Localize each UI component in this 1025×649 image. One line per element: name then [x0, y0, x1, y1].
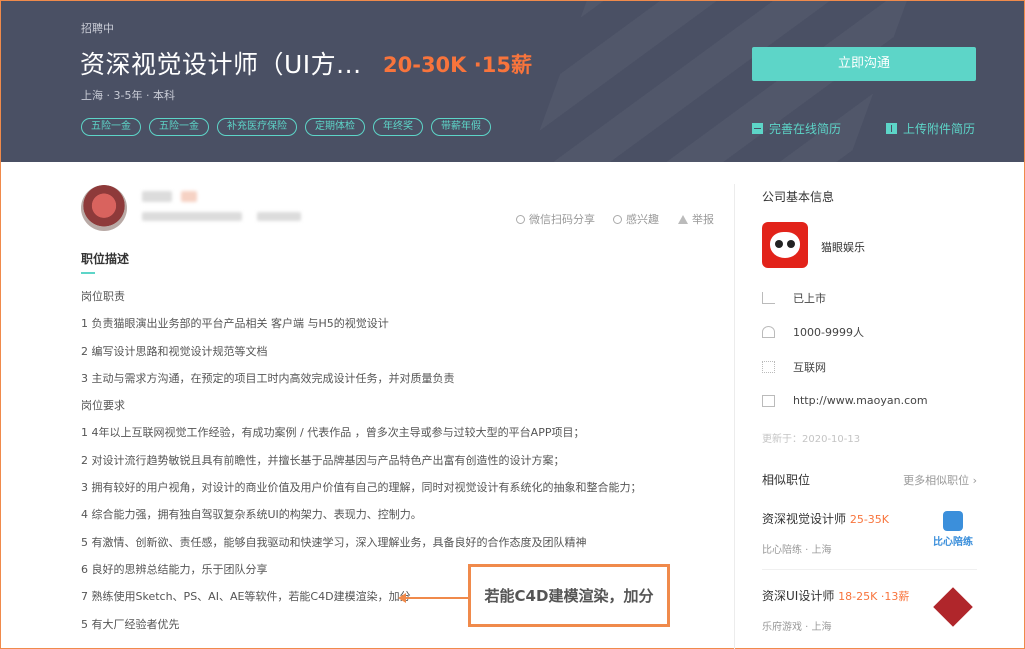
company-website-label[interactable]: http://www.maoyan.com — [793, 394, 928, 407]
updated-date: 更新于：2020-10-13 — [762, 434, 861, 445]
more-related-label: 更多相似职位 — [903, 473, 970, 487]
job-description-title: 职位描述 — [81, 252, 130, 266]
benefit-tag: 定期体检 — [305, 118, 365, 136]
description-line: 2 编写设计思路和视觉设计规范等文档 — [81, 344, 268, 358]
people-icon — [762, 326, 775, 338]
callout-arrow-head — [398, 593, 406, 603]
related-job-city: 上海 — [811, 622, 832, 633]
description-line: 岗位职责 — [81, 290, 125, 303]
column-divider — [734, 184, 735, 649]
share-action[interactable]: 微信扫码分享 — [516, 211, 595, 227]
warning-icon — [678, 214, 688, 224]
chevron-right-icon: › — [972, 473, 977, 487]
company-name[interactable]: 猫眼娱乐 — [821, 239, 865, 255]
report-action[interactable]: 举报 — [678, 211, 714, 227]
company-size: 1000-9999人 — [762, 324, 864, 340]
section-underline — [81, 272, 95, 274]
callout-arrow-line — [403, 597, 468, 599]
grid-icon — [762, 361, 775, 373]
c4d-callout: 若能C4D建模渲染，加分 — [468, 564, 670, 627]
yuefu-logo-icon — [933, 587, 973, 627]
benefit-tag: 带薪年假 — [431, 118, 491, 136]
job-header: 招聘中 资深视觉设计师（UI方... 20-30K ·15薪 上海 · 3-5年… — [1, 1, 1024, 162]
related-job-name: 资深UI设计师 — [762, 589, 835, 603]
bixin-logo-icon — [943, 511, 963, 531]
building-icon — [762, 394, 775, 407]
company-industry-label: 互联网 — [793, 361, 826, 374]
recruiter-name-blurred — [142, 191, 172, 202]
company-stage: 已上市 — [762, 290, 826, 306]
related-company-name: 乐府游戏 — [762, 622, 802, 633]
job-salary: 20-30K ·15薪 — [383, 53, 532, 77]
company-logo[interactable] — [762, 222, 808, 268]
related-jobs-header: 相似职位 更多相似职位 › — [762, 471, 977, 488]
benefit-tag: 五险一金 — [81, 118, 141, 136]
cat-logo-icon — [770, 232, 800, 258]
related-jobs-title: 相似职位 — [762, 473, 811, 487]
upload-resume-link[interactable]: 上传附件简历 — [886, 120, 975, 137]
job-meta: 上海 · 3-5年 · 本科 — [81, 89, 175, 102]
improve-resume-label: 完善在线简历 — [769, 122, 842, 136]
related-job-salary: 18-25K ·13薪 — [838, 590, 910, 603]
callout-text: 若能C4D建模渲染，加分 — [484, 587, 654, 605]
more-related-jobs-link[interactable]: 更多相似职位 › — [903, 472, 977, 488]
company-website[interactable]: http://www.maoyan.com — [762, 394, 928, 407]
edit-icon — [752, 123, 763, 134]
link-icon — [516, 214, 525, 224]
company-stage-label: 已上市 — [793, 292, 826, 305]
related-divider — [762, 569, 977, 570]
upload-icon — [886, 123, 897, 134]
description-line: 岗位要求 — [81, 399, 125, 413]
description-line: 4 综合能力强，拥有独自驾驭复杂系统UI的构架力、表现力、控制力。 — [81, 508, 422, 522]
header-decoration — [506, 1, 922, 162]
benefit-tag: 五险一金 — [149, 118, 209, 136]
recruiter-badge-blurred — [181, 191, 197, 202]
benefit-tags: 五险一金 五险一金 补充医疗保险 定期体检 年终奖 带薪年假 — [81, 118, 491, 136]
description-line: 3 主动与需求方沟通，在预定的项目工时内高效完成设计任务，并对质量负责 — [81, 371, 455, 385]
related-job-salary: 25-35K — [849, 513, 890, 526]
report-label: 举报 — [692, 213, 714, 226]
chart-icon — [762, 292, 775, 304]
benefit-tag: 年终奖 — [373, 118, 423, 136]
description-line: 3 拥有较好的用户视角，对设计的商业价值及用户价值有自己的理解，同时对视觉设计有… — [81, 481, 642, 495]
company-info-title: 公司基本信息 — [762, 190, 835, 204]
recruiting-status: 招聘中 — [81, 22, 114, 35]
description-line: 5 有激情、创新欲、责任感，能够自我驱动和快速学习，深入理解业务，具备良好的合作… — [81, 535, 587, 549]
upload-resume-label: 上传附件简历 — [903, 122, 976, 136]
description-line: 1 4年以上互联网视觉工作经验，有成功案例 / 代表作品 ，曾多次主导或参与过较… — [81, 426, 585, 440]
related-company-logo[interactable] — [930, 584, 976, 630]
related-job-name: 资深视觉设计师 — [762, 512, 847, 526]
heart-icon — [613, 214, 622, 224]
interest-action[interactable]: 感兴趣 — [613, 211, 659, 227]
share-label: 微信扫码分享 — [529, 213, 595, 226]
job-title: 资深视觉设计师（UI方... — [80, 50, 362, 79]
description-line: 1 负责猫眼演出业务部的平台产品相关 客户端 与H5的视觉设计 — [81, 317, 389, 331]
recruiter-avatar[interactable] — [81, 185, 127, 231]
related-job-city: 上海 — [811, 545, 832, 556]
related-company-name: 比心陪练 — [762, 545, 802, 556]
related-company-logo[interactable]: 比心陪练 — [930, 507, 976, 553]
description-line: 2 对设计流行趋势敏锐且具有前瞻性，并擅长基于品牌基因与产品特色产出富有创造性的… — [81, 453, 565, 467]
bixin-logo-text: 比心陪练 — [933, 537, 973, 548]
interest-label: 感兴趣 — [626, 213, 659, 226]
chat-now-button[interactable]: 立即沟通 — [752, 47, 976, 81]
improve-resume-link[interactable]: 完善在线简历 — [752, 120, 841, 137]
recruiter-status-blurred — [257, 212, 301, 221]
company-size-label: 1000-9999人 — [793, 326, 864, 339]
company-industry: 互联网 — [762, 359, 826, 375]
recruiter-title-blurred — [142, 212, 242, 221]
benefit-tag: 补充医疗保险 — [217, 118, 297, 136]
